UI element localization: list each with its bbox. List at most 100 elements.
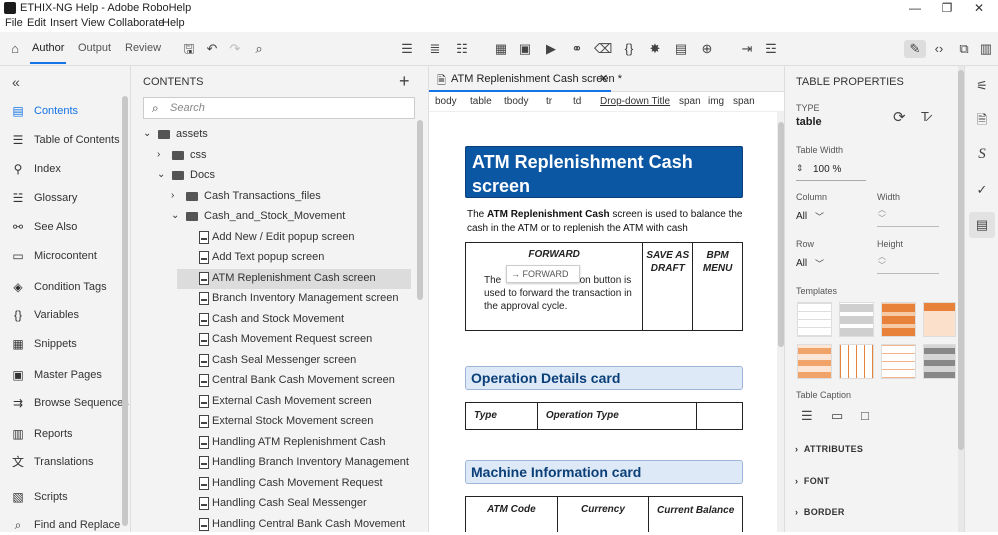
nav-condition-tags[interactable]: ◈ Condition Tags (0, 277, 122, 297)
nav-find-and-replace[interactable]: ⌕ Find and Replace (0, 515, 122, 535)
chevron-down-icon[interactable]: ⌄ (171, 210, 181, 221)
nav-snippets[interactable]: ▦ Snippets (0, 334, 122, 354)
operation-col-operation-type[interactable]: Operation Type (536, 402, 698, 430)
bpm-menu-cell[interactable]: BPM MENU (692, 242, 743, 331)
attributes-section[interactable]: › ATTRIBUTES (795, 444, 863, 454)
table-icon[interactable]: ▦ (492, 40, 510, 58)
nav-variables[interactable]: {} Variables (0, 305, 122, 325)
snippet-icon[interactable]: ⇥ (738, 40, 756, 58)
tree-folder[interactable]: ⌄ assets (143, 125, 411, 145)
special-char-icon[interactable]: ✸ (646, 40, 664, 58)
crumb-table[interactable]: table (470, 96, 492, 107)
border-section[interactable]: › BORDER (795, 507, 845, 517)
close-tab-icon[interactable]: ✕ (599, 72, 608, 85)
chevron-down-icon[interactable]: ⌄ (157, 169, 167, 180)
left-nav-scrollbar[interactable] (122, 96, 128, 526)
font-section[interactable]: › FONT (795, 476, 830, 486)
tree-folder[interactable]: › css (157, 146, 411, 166)
template-orange-header[interactable] (923, 302, 956, 337)
crumb-tbody[interactable]: tbody (504, 96, 528, 107)
save-icon[interactable]: 🖫 (180, 40, 198, 58)
tree-file[interactable]: Add Text popup screen (185, 248, 411, 268)
split-view-icon[interactable]: ▥ (977, 40, 995, 58)
table-width-value[interactable]: 100 % (813, 164, 841, 175)
template-orange-grid[interactable] (839, 344, 874, 379)
insert-more-icon[interactable]: ⊕ (698, 40, 716, 58)
tree-file[interactable]: Handling Cash Seal Messenger (185, 494, 411, 514)
redo-icon[interactable]: ↷ (226, 40, 244, 58)
machine-col-current-balance[interactable]: Current Balance (648, 496, 743, 532)
tree-file[interactable]: Handling Branch Inventory Management (185, 453, 411, 473)
tree-folder[interactable]: › Cash Transactions_files (171, 187, 411, 207)
document-tab[interactable]: 🗎 ATM Replenishment Cash screen * ✕ (429, 66, 785, 92)
add-icon[interactable]: + (399, 71, 410, 92)
nav-glossary[interactable]: ☱ Glossary (0, 188, 122, 208)
nav-contents[interactable]: ▤ Contents (0, 101, 122, 121)
horizontal-rule-icon[interactable]: ▤ (672, 40, 690, 58)
tree-folder[interactable]: ⌄ Cash_and_Stock_Movement (171, 207, 411, 227)
nav-index[interactable]: ⚲ Index (0, 159, 122, 179)
caption-top-icon[interactable]: ☰ (801, 408, 813, 424)
video-icon[interactable]: ▶ (542, 40, 560, 58)
operation-col-type[interactable]: Type (465, 402, 538, 430)
tree-file[interactable]: Central Bank Cash Movement screen (185, 371, 411, 391)
tree-file[interactable]: Cash Movement Request screen (185, 330, 411, 350)
tab-review[interactable]: Review (125, 42, 161, 54)
caption-bottom-icon[interactable]: ▭ (831, 408, 843, 424)
nav-scripts[interactable]: ▧ Scripts (0, 487, 122, 507)
nav-reports[interactable]: ▥ Reports (0, 424, 122, 444)
crumb-img[interactable]: img (708, 96, 724, 107)
forward-button-image[interactable]: → FORWARD (506, 265, 580, 283)
save-draft-cell[interactable]: SAVE AS DRAFT (642, 242, 694, 331)
settings-sliders-icon[interactable]: ⚟ (974, 78, 990, 94)
multilevel-list-icon[interactable]: ☷ (453, 40, 471, 58)
width-stepper-icon[interactable]: ︿ ﹀ (878, 205, 886, 223)
operation-col-empty[interactable] (696, 402, 743, 430)
styles-icon[interactable]: S (974, 146, 990, 162)
contents-scrollbar[interactable] (417, 120, 423, 300)
image-icon[interactable]: ▣ (516, 40, 534, 58)
stepper-icon[interactable]: ⇕ (796, 163, 804, 174)
nav-translations[interactable]: 文 Translations (0, 452, 122, 472)
eraser-icon[interactable]: ⌫ (594, 40, 612, 58)
bullet-list-icon[interactable]: ☰ (398, 40, 416, 58)
tree-file[interactable]: Add New / Edit popup screen (185, 228, 411, 248)
document-canvas[interactable]: ATM Replenishment Cash screen The ATM Re… (429, 112, 777, 532)
tree-file[interactable]: External Cash Movement screen (185, 392, 411, 412)
pencil-icon[interactable]: ✎ (904, 40, 926, 58)
template-plain[interactable] (797, 302, 832, 337)
spell-check-icon[interactable]: ✓ (974, 182, 990, 198)
row-dropdown[interactable]: All (796, 258, 807, 269)
menu-view[interactable]: View (81, 17, 105, 29)
template-orange-stripes[interactable] (797, 344, 832, 379)
tree-file[interactable]: Branch Inventory Management screen (185, 289, 411, 309)
page-layout-icon[interactable]: ☲ (762, 40, 780, 58)
nav-master-pages[interactable]: ▣ Master Pages (0, 365, 122, 385)
chevron-right-icon[interactable]: › (171, 190, 181, 201)
preview-icon[interactable]: ⌕ (250, 40, 268, 58)
nav-see-also[interactable]: ⚯ See Also (0, 217, 122, 237)
crumb-span-2[interactable]: span (733, 96, 755, 107)
clear-format-icon[interactable]: T̷ (921, 109, 929, 124)
tree-file[interactable]: Cash Seal Messenger screen (185, 351, 411, 371)
template-orange[interactable] (881, 302, 916, 337)
code-view-icon[interactable]: ‹› (930, 40, 948, 58)
search-input[interactable]: ⌕ Search (143, 97, 415, 119)
document-properties-icon[interactable]: 🗎 (974, 112, 990, 128)
tab-author[interactable]: Author (32, 42, 64, 54)
tree-file[interactable]: Cash and Stock Movement (185, 310, 411, 330)
column-dropdown[interactable]: All (796, 211, 807, 222)
menu-insert[interactable]: Insert (50, 17, 78, 29)
machine-col-atm-code[interactable]: ATM Code (465, 496, 558, 532)
collapse-icon[interactable]: « (12, 74, 20, 90)
tree-file[interactable]: ATM Replenishment Cash screen (177, 268, 411, 289)
menu-help[interactable]: Help (162, 17, 185, 29)
crumb-tr[interactable]: tr (546, 96, 552, 107)
chevron-right-icon[interactable]: › (157, 149, 167, 160)
forward-cell[interactable]: FORWARD → FORWARD The action button is u… (464, 242, 644, 331)
minimize-button[interactable]: — (900, 0, 930, 16)
menu-collaborate[interactable]: Collaborate (108, 17, 164, 29)
chevron-down-icon[interactable]: ﹀ (815, 210, 824, 223)
machine-col-currency[interactable]: Currency (556, 496, 650, 532)
chevron-down-icon[interactable]: ﹀ (815, 257, 824, 270)
